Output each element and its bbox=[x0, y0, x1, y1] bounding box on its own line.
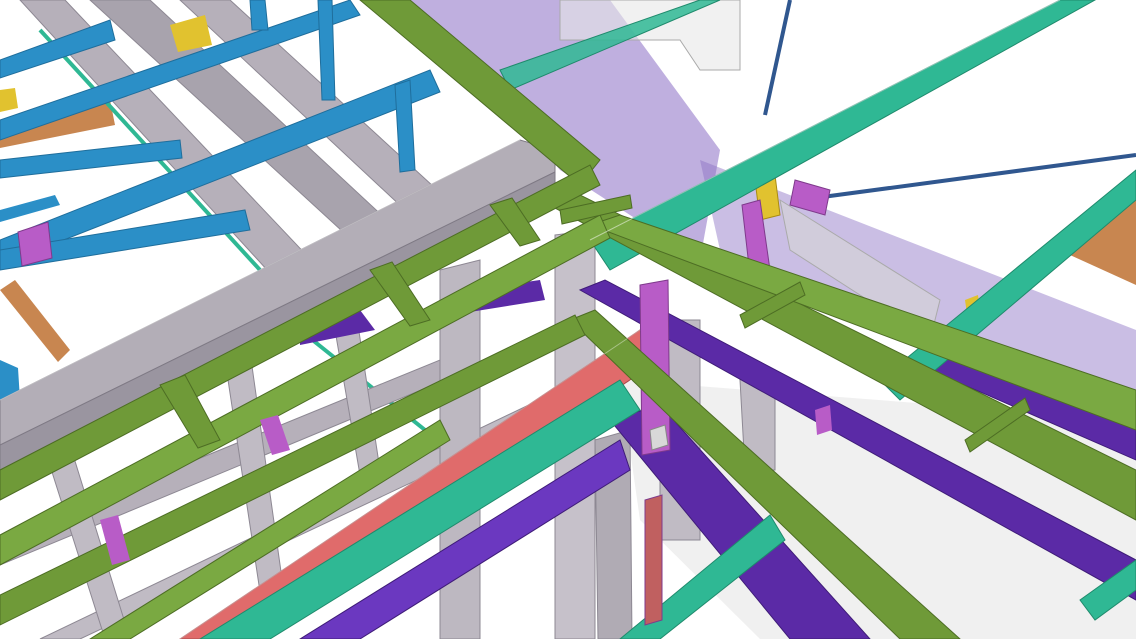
blue-truss-post bbox=[249, 0, 269, 31]
structural-model-render bbox=[0, 0, 1136, 639]
yellow-bracket bbox=[0, 88, 18, 112]
magenta-plate bbox=[644, 494, 663, 626]
model-viewport[interactable] bbox=[0, 0, 1136, 639]
bolted-clip bbox=[649, 424, 669, 451]
bolted-clip bbox=[815, 405, 832, 435]
